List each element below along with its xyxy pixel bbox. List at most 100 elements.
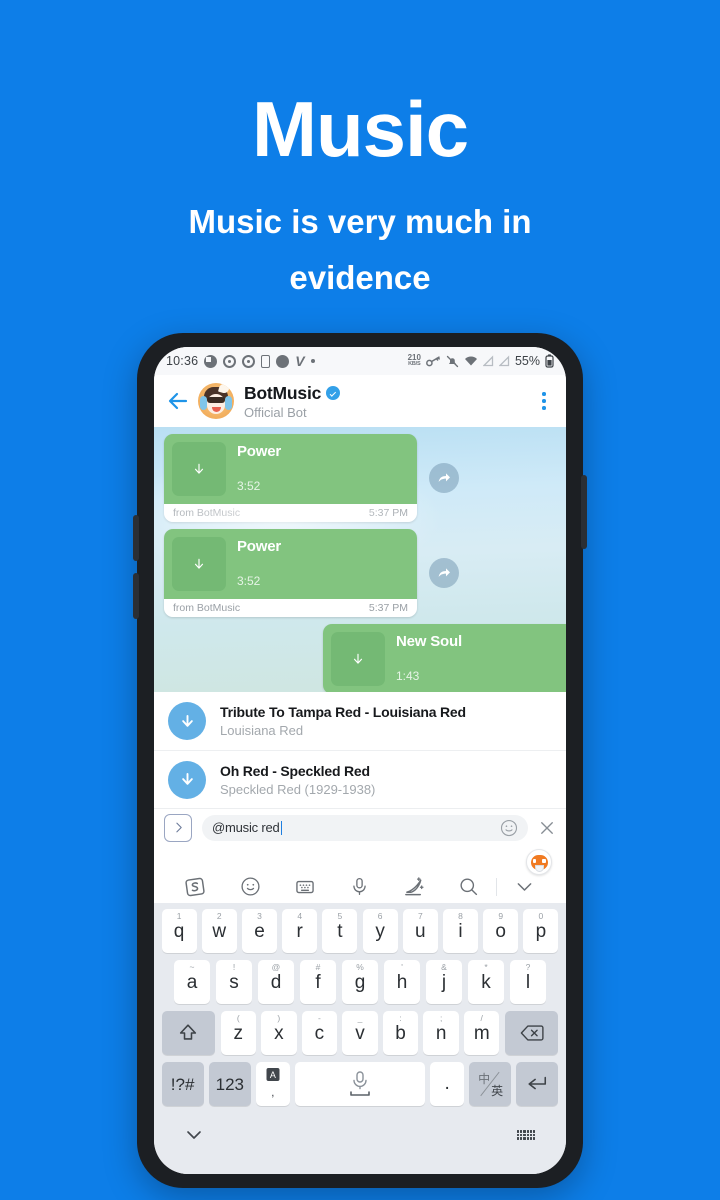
- status-bar: 10:36 V 210 KB/S 55%: [154, 347, 566, 375]
- wifi-icon: [464, 356, 477, 365]
- key-sup: @: [271, 962, 281, 972]
- download-arrow-icon[interactable]: [331, 632, 385, 686]
- key-s[interactable]: ! s: [215, 960, 253, 1004]
- status-time: 10:36: [166, 354, 199, 368]
- target-circle-icon: [223, 354, 237, 368]
- key-m[interactable]: / m: [464, 1011, 500, 1055]
- suggestion-title: Tribute To Tampa Red - Louisiana Red: [220, 704, 466, 720]
- chevron-down-icon[interactable]: [185, 1129, 203, 1141]
- key-sup: 0: [538, 911, 544, 921]
- volume-up-button[interactable]: [133, 515, 139, 561]
- key-sup: ;: [439, 1013, 443, 1023]
- audio-message-card[interactable]: New Soul 1:43: [323, 624, 566, 692]
- key-r[interactable]: 4r: [282, 909, 318, 953]
- chevron-down-icon[interactable]: [497, 876, 552, 897]
- app-header: BotMusic Official Bot: [154, 375, 566, 427]
- symbols-key[interactable]: !?#: [161, 1062, 204, 1106]
- keyboard-keys: 1q 2w 3e 4r 5t 6y 7u 8i 9o 0p ~ a ! s @ d #…: [154, 903, 566, 1174]
- download-arrow-icon[interactable]: [172, 537, 226, 591]
- download-circle-icon: [168, 760, 206, 799]
- smiley-icon[interactable]: [500, 819, 518, 837]
- enter-arrow-icon[interactable]: [516, 1062, 559, 1106]
- key-c[interactable]: -c: [301, 1011, 338, 1055]
- handwriting-icon[interactable]: [387, 875, 442, 898]
- key-a[interactable]: ~ a: [173, 960, 211, 1004]
- track-title: New Soul: [396, 633, 462, 650]
- track-duration: 3:52: [237, 479, 261, 493]
- key-z[interactable]: (z: [220, 1011, 256, 1055]
- target-circle-icon: [242, 354, 256, 368]
- key-j[interactable]: & j: [425, 960, 463, 1004]
- key-sup: !: [232, 962, 236, 972]
- key-x[interactable]: ) x: [261, 1011, 297, 1055]
- search-input[interactable]: @music red: [202, 814, 528, 841]
- period-key[interactable]: .: [430, 1062, 464, 1106]
- keyboard-icon[interactable]: [277, 876, 332, 898]
- download-arrow-icon[interactable]: [172, 442, 226, 496]
- avatar[interactable]: [198, 383, 234, 419]
- back-arrow-icon[interactable]: [166, 389, 190, 413]
- volume-down-button[interactable]: [133, 573, 139, 619]
- suggestion-subtitle: Louisiana Red: [220, 723, 304, 738]
- key-sup: ?: [525, 962, 531, 972]
- keyboard-layout-icon[interactable]: [517, 1130, 535, 1140]
- bot-name: BotMusic: [244, 382, 322, 403]
- phone-mockup: 10:36 V 210 KB/S 55% BotMusic Official B…: [133, 333, 587, 1188]
- key-l[interactable]: ? l: [509, 960, 547, 1004]
- sogou-mascot-icon[interactable]: [526, 849, 552, 875]
- key-n[interactable]: ; n: [423, 1011, 459, 1055]
- key-d[interactable]: @ d: [257, 960, 295, 1004]
- audio-message-card[interactable]: Power 3:52 from BotMusic 5:37 PM: [164, 529, 417, 617]
- key-k[interactable]: * k: [467, 960, 505, 1004]
- message-row: Power 3:52 from BotMusic 5:37 PM: [154, 529, 566, 617]
- key-label: l: [525, 971, 531, 993]
- message-row: Power 3:52 from BotMusic 5:37 PM: [154, 434, 566, 522]
- keyboard: 1q 2w 3e 4r 5t 6y 7u 8i 9o 0p ~ a ! s @ d #…: [154, 846, 566, 1174]
- key-f[interactable]: # f: [299, 960, 337, 1004]
- power-button[interactable]: [581, 475, 587, 549]
- audio-message-card[interactable]: Power 3:52 from BotMusic 5:37 PM: [164, 434, 417, 522]
- input-value: @music red: [212, 820, 280, 835]
- key-t[interactable]: 5t: [322, 909, 358, 953]
- key-v[interactable]: _ v: [342, 1011, 378, 1055]
- key-label: q: [173, 920, 185, 942]
- keyboard-row-2: ~ a ! s @ d # f % g ' h & j * k ? l: [157, 960, 563, 1004]
- close-x-icon[interactable]: [538, 819, 556, 837]
- inline-suggestions-list: Tribute To Tampa Red - Louisiana Red Lou…: [154, 692, 566, 808]
- list-item[interactable]: Oh Red - Speckled Red Speckled Red (1929…: [154, 750, 566, 808]
- forward-arrow-icon[interactable]: [429, 558, 459, 588]
- key-w[interactable]: 2w: [201, 909, 237, 953]
- numbers-key[interactable]: 123: [208, 1062, 251, 1106]
- language-toggle-key[interactable]: 中 英: [469, 1062, 512, 1106]
- key-u[interactable]: 7u: [402, 909, 438, 953]
- key-y[interactable]: 6y: [362, 909, 398, 953]
- microphone-icon[interactable]: [332, 876, 387, 897]
- search-icon[interactable]: [442, 876, 497, 897]
- key-sup: -: [318, 1013, 321, 1023]
- bot-subtitle: Official Bot: [244, 404, 307, 420]
- battery-icon: [545, 354, 554, 368]
- abc-comma-key[interactable]: A ,: [256, 1062, 290, 1106]
- key-b[interactable]: :b: [382, 1011, 419, 1055]
- kebab-menu-icon[interactable]: [534, 392, 554, 410]
- key-e[interactable]: 3e: [241, 909, 277, 953]
- key-q[interactable]: 1q: [161, 909, 197, 953]
- key-p[interactable]: 0p: [523, 909, 559, 953]
- list-item[interactable]: Tribute To Tampa Red - Louisiana Red Lou…: [154, 692, 566, 750]
- key-g[interactable]: % g: [341, 960, 379, 1004]
- key-label: !?#: [170, 1074, 195, 1094]
- suggestion-subtitle: Speckled Red (1929-1938): [220, 781, 376, 797]
- key-label: n: [435, 1022, 447, 1044]
- chevron-right-send-icon[interactable]: [164, 813, 192, 842]
- key-o[interactable]: 9o: [483, 909, 519, 953]
- key-sup: 1: [176, 911, 182, 921]
- smiley-icon[interactable]: [223, 876, 278, 897]
- forward-arrow-icon[interactable]: [429, 463, 459, 493]
- keyboard-row-4: !?# 123 A , . 中 英: [157, 1062, 563, 1106]
- backspace-icon[interactable]: [504, 1011, 559, 1055]
- key-i[interactable]: 8i: [443, 909, 479, 953]
- key-h[interactable]: ' h: [383, 960, 421, 1004]
- space-microphone-icon[interactable]: [294, 1062, 426, 1106]
- sogou-logo-icon[interactable]: [168, 876, 223, 898]
- shift-arrow-icon[interactable]: [161, 1011, 216, 1055]
